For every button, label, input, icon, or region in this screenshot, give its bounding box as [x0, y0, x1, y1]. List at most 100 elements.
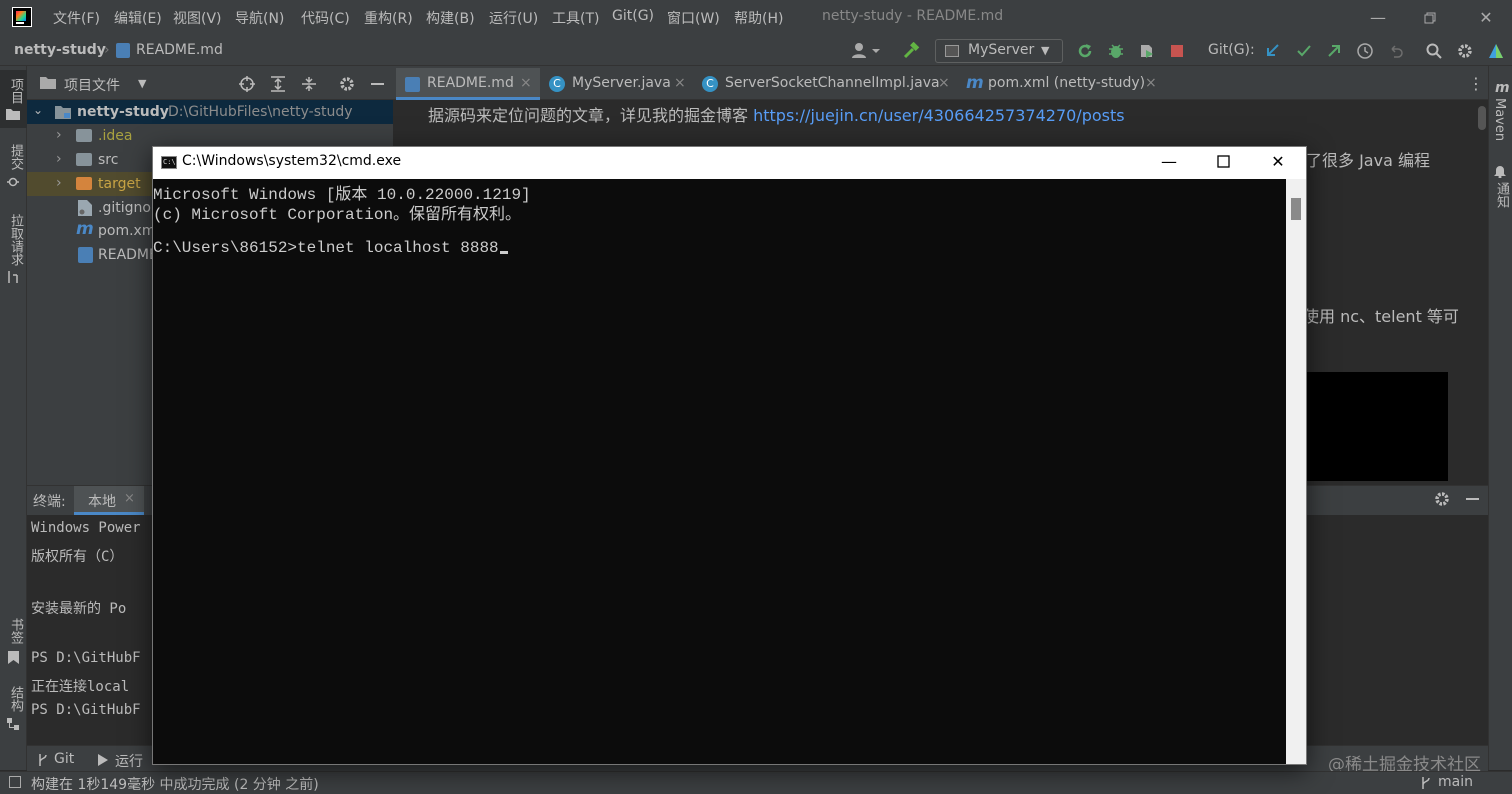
- expand-all-icon[interactable]: [269, 75, 287, 93]
- tree-item-idea[interactable]: .idea: [98, 128, 132, 144]
- menu-window[interactable]: 窗口(W): [667, 8, 720, 28]
- rerun-icon[interactable]: [1076, 42, 1094, 60]
- collapse-all-icon[interactable]: [300, 75, 318, 93]
- tab-pom[interactable]: pom.xml (netty-study): [988, 75, 1145, 91]
- tool-project-label[interactable]: 项目: [6, 78, 25, 104]
- folder-icon: [76, 153, 92, 166]
- history-clock-icon[interactable]: [1356, 42, 1374, 60]
- git-update-icon[interactable]: [1264, 42, 1282, 60]
- close-icon[interactable]: ✕: [1476, 8, 1496, 28]
- terminal-line: Windows Power: [31, 520, 141, 536]
- git-push-icon[interactable]: [1325, 42, 1343, 60]
- cmd-close-icon[interactable]: ✕: [1266, 151, 1290, 173]
- cmd-maximize-icon[interactable]: [1211, 151, 1235, 173]
- tab-myserver[interactable]: MyServer.java: [572, 75, 671, 91]
- coverage-icon[interactable]: [1138, 42, 1156, 60]
- cmd-scroll-thumb[interactable]: [1291, 198, 1301, 220]
- module-folder-icon: [55, 105, 71, 119]
- menu-file[interactable]: 文件(F): [53, 8, 100, 28]
- chevron-right-icon[interactable]: ›: [56, 175, 62, 191]
- gitignore-file-icon: [78, 200, 92, 216]
- breadcrumb-project[interactable]: netty-study: [14, 42, 106, 58]
- toggle-tool-windows-icon[interactable]: [9, 776, 21, 788]
- chevron-right-icon[interactable]: ›: [56, 127, 62, 143]
- tab-serversocketchannelimpl[interactable]: ServerSocketChannelImpl.java: [725, 75, 940, 91]
- project-view-selector[interactable]: 项目文件: [64, 75, 120, 95]
- git-branch-label[interactable]: main: [1438, 774, 1473, 790]
- cmd-line: (c) Microsoft Corporation。保留所有权利。: [153, 206, 522, 224]
- excluded-folder-icon: [76, 177, 92, 190]
- chevron-down-icon[interactable]: ⌄: [33, 103, 43, 117]
- tab-close-icon[interactable]: ×: [674, 75, 686, 91]
- jetbrains-assistant-icon[interactable]: [1487, 42, 1505, 60]
- tab-close-icon[interactable]: ×: [1145, 75, 1157, 91]
- cmd-minimize-icon[interactable]: —: [1157, 151, 1181, 173]
- search-icon[interactable]: [1425, 42, 1443, 60]
- cmd-command: C:\Users\86152>telnet localhost 8888: [153, 239, 499, 257]
- hide-panel-icon[interactable]: [371, 83, 384, 85]
- tree-item-target: target: [98, 176, 141, 192]
- markdown-file-icon: [405, 77, 420, 92]
- menu-view[interactable]: 视图(V): [173, 8, 222, 28]
- stop-icon[interactable]: [1168, 42, 1186, 60]
- tool-structure-label[interactable]: 结构: [6, 686, 25, 712]
- tab-close-icon[interactable]: ×: [520, 75, 532, 91]
- menu-build[interactable]: 构建(B): [426, 8, 475, 28]
- menu-code[interactable]: 代码(C): [301, 8, 350, 28]
- terminal-line: 版权所有（C）: [31, 549, 124, 565]
- menu-run[interactable]: 运行(U): [489, 8, 538, 28]
- bottom-tool-run[interactable]: 运行: [115, 751, 143, 771]
- breadcrumb-file[interactable]: README.md: [136, 42, 223, 58]
- cmd-console[interactable]: [153, 179, 1286, 764]
- git-commit-check-icon[interactable]: [1295, 42, 1313, 60]
- maven-m-icon: m: [1495, 80, 1510, 96]
- intellij-logo-icon: [12, 7, 32, 27]
- run-play-icon: [97, 753, 109, 767]
- menu-help[interactable]: 帮助(H): [734, 8, 783, 28]
- tab-close-icon[interactable]: ×: [124, 491, 135, 506]
- tool-pull-requests-label[interactable]: 拉取请求: [6, 214, 25, 266]
- terminal-tab-label: 本地: [88, 494, 116, 510]
- tool-bookmarks-label[interactable]: 书签: [6, 618, 25, 644]
- cmd-app-icon-text: C:\: [163, 158, 176, 166]
- tool-commit-label[interactable]: 提交: [6, 144, 25, 170]
- panel-settings-gear-icon[interactable]: [338, 75, 356, 93]
- maven-pom-icon: m: [76, 219, 94, 239]
- markdown-file-icon: [78, 247, 93, 263]
- markdown-embedded-image: [1306, 372, 1448, 481]
- notification-bell-icon: [1494, 165, 1506, 178]
- menu-edit[interactable]: 编辑(E): [114, 8, 162, 28]
- rollback-icon[interactable]: [1387, 42, 1405, 60]
- more-tabs-icon[interactable]: ⋮: [1468, 74, 1484, 93]
- cmd-scrollbar[interactable]: [1286, 179, 1306, 764]
- cmd-cursor: [499, 251, 508, 254]
- restore-icon[interactable]: [1420, 8, 1440, 28]
- folder-icon: [76, 129, 92, 142]
- markdown-link[interactable]: https://juejin.cn/user/430664257374270/p…: [753, 106, 1125, 125]
- user-dropdown-icon[interactable]: [852, 42, 882, 60]
- chevron-right-icon[interactable]: ›: [56, 151, 62, 167]
- java-class-icon: C: [549, 76, 565, 92]
- menu-navigate[interactable]: 导航(N): [235, 8, 284, 28]
- menu-refactor[interactable]: 重构(R): [364, 8, 413, 28]
- tree-item-pom[interactable]: pom.xml: [98, 223, 159, 239]
- breadcrumb-chevron-icon: ›: [104, 42, 110, 58]
- chevron-down-icon[interactable]: ▼: [138, 77, 146, 90]
- settings-gear-icon[interactable]: [1456, 42, 1474, 60]
- tree-item-src[interactable]: src: [98, 152, 118, 168]
- build-hammer-icon[interactable]: [902, 42, 920, 60]
- debug-bug-icon[interactable]: [1107, 42, 1125, 60]
- bottom-tool-git[interactable]: Git: [54, 751, 74, 767]
- locate-crosshair-icon[interactable]: [238, 75, 256, 93]
- git-branch-icon: [37, 753, 49, 767]
- menu-git[interactable]: Git(G): [612, 8, 654, 28]
- minimize-icon[interactable]: —: [1368, 8, 1388, 28]
- editor-scrollbar[interactable]: [1478, 106, 1486, 130]
- hide-terminal-icon[interactable]: [1466, 498, 1479, 500]
- tab-close-icon[interactable]: ×: [938, 75, 950, 91]
- terminal-settings-gear-icon[interactable]: [1433, 490, 1451, 508]
- tool-maven-label[interactable]: Maven: [1492, 98, 1507, 141]
- folder-icon: [40, 76, 56, 89]
- menu-tools[interactable]: 工具(T): [552, 8, 599, 28]
- tool-notifications-label[interactable]: 通知: [1492, 182, 1511, 208]
